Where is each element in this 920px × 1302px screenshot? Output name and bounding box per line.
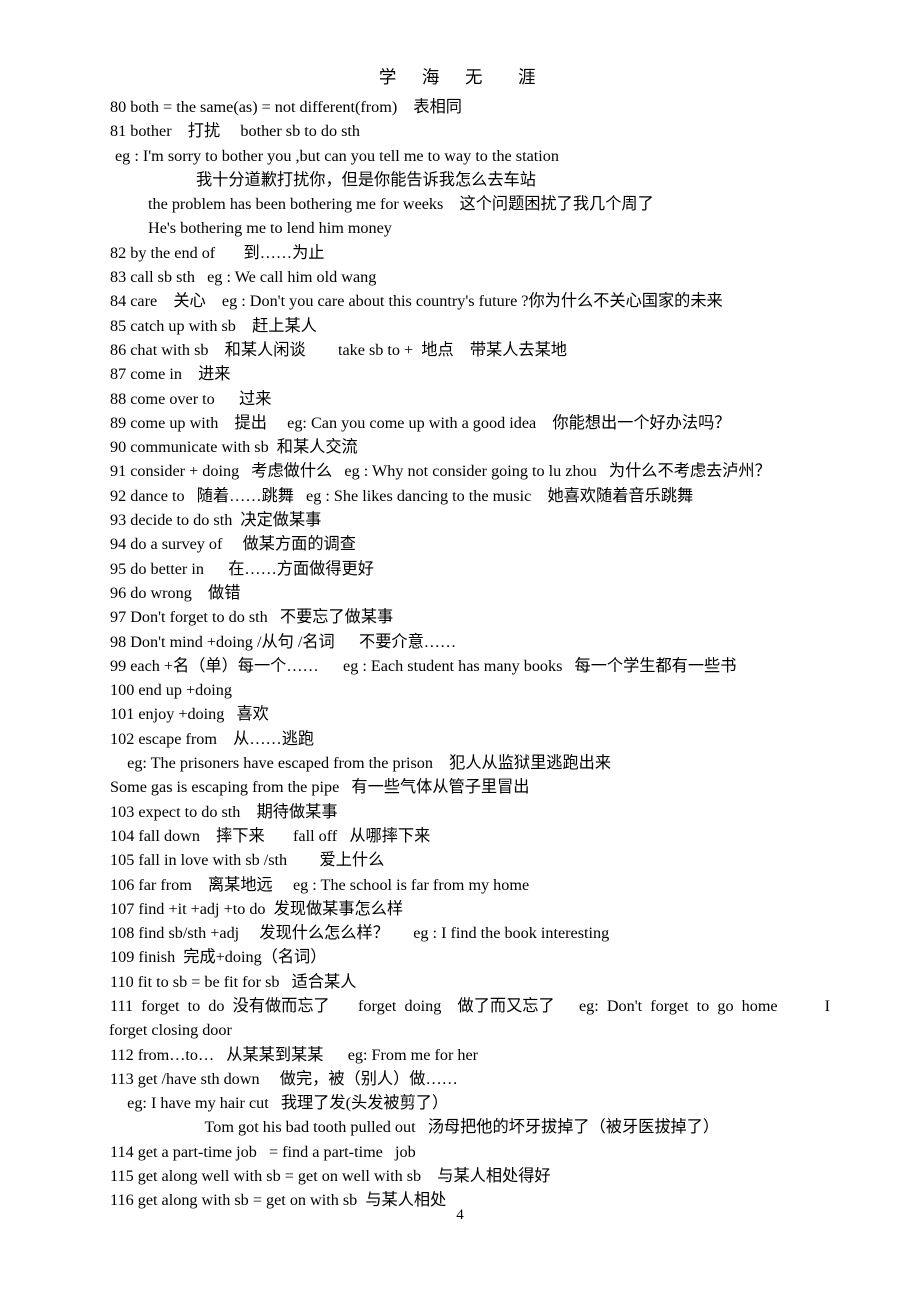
phrase-line-111-continuation: forget closing door [109, 1021, 232, 1040]
phrase-line-98: 98 Don't mind +doing /从句 /名词 不要介意…… [110, 632, 457, 651]
phrase-line-112: 112 from…to… 从某某到某某 eg: From me for her [110, 1045, 479, 1064]
phrase-line-81: 81 bother 打扰 bother sb to do sth [110, 122, 360, 141]
phrase-line-89: 89 come up with 提出 eg: Can you come up w… [110, 413, 731, 432]
page-header-title: 学 海 无 涯 [378, 67, 542, 87]
phrase-line-102: 102 escape from 从……逃跑 [110, 729, 315, 748]
phrase-line-113: 113 get /have sth down 做完，被（别人）做…… [110, 1069, 458, 1088]
example-line-113-b: Tom got his bad tooth pulled out 汤母把他的坏牙… [160, 1118, 720, 1137]
phrase-line-91: 91 consider + doing 考虑做什么 eg : Why not c… [110, 462, 771, 481]
phrase-line-111-tail: I [824, 996, 830, 1015]
phrase-line-109: 109 finish 完成+doing（名词） [110, 948, 327, 967]
phrase-line-82: 82 by the end of 到……为止 [110, 243, 325, 262]
phrase-line-110: 110 fit to sb = be fit for sb 适合某人 [110, 972, 357, 991]
phrase-line-111-main: 111 forget to do 没有做而忘了 forget doing 做了而… [110, 996, 778, 1015]
page-number: 4 [456, 1207, 464, 1223]
phrase-line-86: 86 chat with sb 和某人闲谈 take sb to + 地点 带某… [110, 340, 567, 359]
example-line-102-b: Some gas is escaping from the pipe 有一些气体… [110, 778, 530, 797]
phrase-line-90: 90 communicate with sb 和某人交流 [110, 438, 358, 457]
phrase-line-105: 105 fall in love with sb /sth 爱上什么 [110, 851, 385, 870]
phrase-line-97: 97 Don't forget to do sth 不要忘了做某事 [110, 608, 394, 627]
phrase-line-84: 84 care 关心 eg : Don't you care about thi… [110, 292, 723, 311]
phrase-line-87: 87 come in 进来 [110, 365, 231, 384]
phrase-line-106: 106 far from 离某地远 eg : The school is far… [110, 875, 530, 894]
phrase-line-108: 108 find sb/sth +adj 发现什么怎么样？ eg : I fin… [110, 924, 610, 943]
phrase-line-95: 95 do better in 在……方面做得更好 [110, 559, 374, 578]
example-line-81-b: the problem has been bothering me for we… [148, 195, 654, 214]
phrase-line-101: 101 enjoy +doing 喜欢 [110, 705, 269, 724]
phrase-line-85: 85 catch up with sb 赶上某人 [110, 316, 317, 335]
phrase-line-83: 83 call sb sth eg : We call him old wang [110, 268, 377, 287]
phrase-line-104: 104 fall down 摔下来 fall off 从哪摔下来 [110, 826, 431, 845]
phrase-line-103: 103 expect to do sth 期待做某事 [110, 802, 338, 821]
phrase-line-93: 93 decide to do sth 决定做某事 [110, 511, 322, 530]
phrase-line-92: 92 dance to 随着……跳舞 eg : She likes dancin… [110, 486, 694, 505]
phrase-line-100: 100 end up +doing [110, 681, 232, 700]
phrase-line-96: 96 do wrong 做错 [110, 583, 241, 602]
phrase-line-111: 111 forget to do 没有做而忘了 forget doing 做了而… [110, 994, 830, 1018]
phrase-line-99: 99 each +名（单）每一个…… eg : Each student has… [110, 656, 737, 675]
example-line-102-eg: eg: The prisoners have escaped from the … [115, 754, 612, 773]
phrase-line-115: 115 get along well with sb = get on well… [110, 1167, 551, 1186]
phrase-line-80: 80 both = the same(as) = not different(f… [110, 98, 462, 116]
example-line-113-eg: eg: I have my hair cut 我理了发(头发被剪了） [115, 1094, 449, 1113]
document-page: 学 海 无 涯 80 both = the same(as) = not dif… [0, 0, 920, 1302]
phrase-line-107: 107 find +it +adj +to do 发现做某事怎么样 [110, 899, 404, 918]
translation-line-81: 我十分道歉打扰你，但是你能告诉我怎么去车站 [196, 170, 536, 189]
phrase-line-88: 88 come over to 过来 [110, 389, 272, 408]
example-line-81-eg: eg : I'm sorry to bother you ,but can yo… [115, 146, 559, 165]
document-body: 80 both = the same(as) = not different(f… [109, 95, 910, 1213]
phrase-line-114: 114 get a part-time job = find a part-ti… [110, 1142, 416, 1161]
phrase-line-94: 94 do a survey of 做某方面的调查 [110, 535, 356, 554]
example-line-81-c: He's bothering me to lend him money [148, 219, 392, 238]
